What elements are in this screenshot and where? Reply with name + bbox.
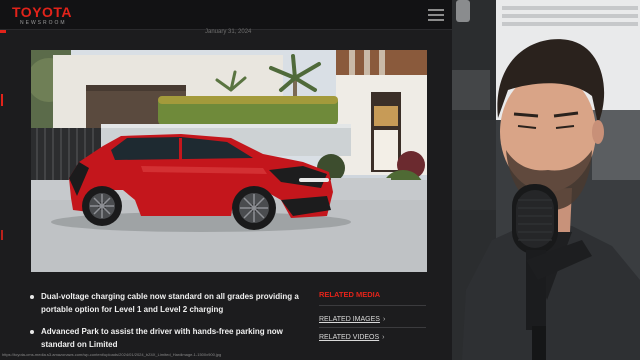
scroll-indicator-secondary	[1, 230, 3, 240]
related-images-link[interactable]: RELATED IMAGES ›	[319, 315, 385, 324]
related-videos-label: RELATED VIDEOS	[319, 334, 380, 341]
bullet-dot	[30, 330, 34, 334]
feature-text: Dual-voltage charging cable now standard…	[41, 292, 299, 314]
scroll-indicator	[1, 94, 3, 106]
article-date: January 31, 2024	[205, 29, 252, 35]
webcam-feed	[452, 0, 640, 360]
chevron-right-icon: ›	[382, 316, 386, 323]
bullet-dot	[30, 295, 34, 299]
status-bar-url: https://toyota-cms-media.s3.amazonaws.co…	[2, 352, 222, 357]
feature-text: Advanced Park to assist the driver with …	[41, 327, 283, 349]
site-header: TOYOTA NEWSROOM	[0, 0, 452, 30]
related-media-title: RELATED MEDIA	[319, 290, 381, 299]
hero-image[interactable]	[31, 50, 427, 272]
related-images-label: RELATED IMAGES	[319, 316, 380, 323]
accent-mark	[0, 30, 6, 33]
related-videos-link[interactable]: RELATED VIDEOS ›	[319, 333, 385, 342]
newsroom-label: NEWSROOM	[20, 20, 67, 26]
divider	[319, 327, 426, 328]
hamburger-icon[interactable]	[428, 9, 444, 21]
divider	[319, 305, 426, 306]
browser-page: TOYOTA NEWSROOM January 31, 2024 Dual-vo…	[0, 0, 452, 360]
toyota-logo[interactable]: TOYOTA	[12, 5, 72, 19]
chevron-right-icon: ›	[382, 334, 385, 341]
